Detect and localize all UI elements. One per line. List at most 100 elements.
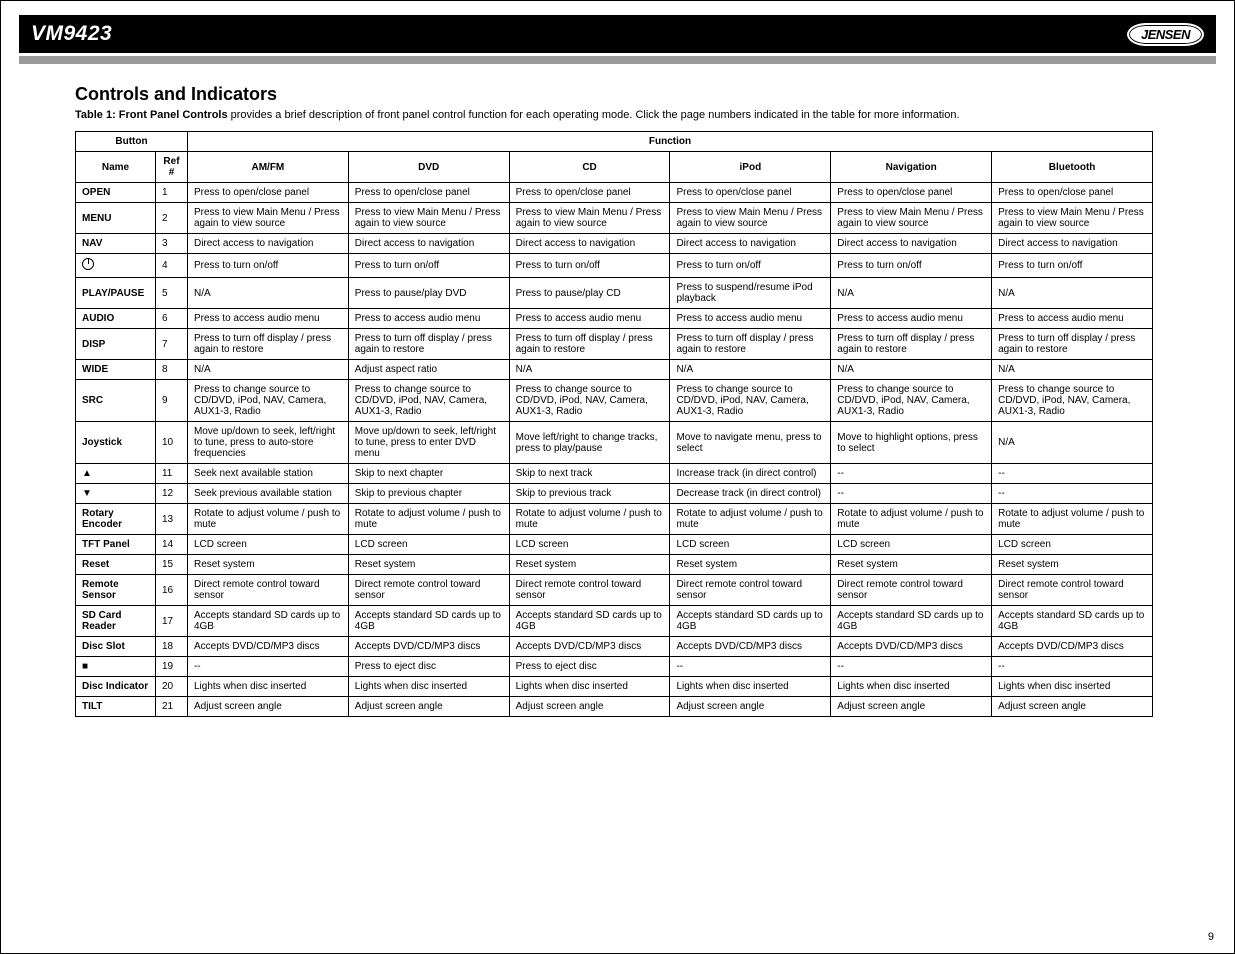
model-title: VM9423 [31, 22, 112, 46]
cell-mode-1: Press to eject disc [348, 657, 509, 677]
cell-mode-5: Press to change source to CD/DVD, iPod, … [992, 380, 1153, 422]
cell-mode-4: -- [831, 464, 992, 484]
cell-mode-4: Lights when disc inserted [831, 677, 992, 697]
table-title-bold: Table 1: Front Panel Controls [75, 109, 231, 121]
cell-button-name: NAV [76, 234, 156, 254]
cell-mode-1: Adjust aspect ratio [348, 360, 509, 380]
table-row: Reset15Reset systemReset systemReset sys… [76, 555, 1153, 575]
table-row: Joystick10Move up/down to seek, left/rig… [76, 422, 1153, 464]
cell-mode-4: Press to turn on/off [831, 254, 992, 278]
cell-mode-3: Move to navigate menu, press to select [670, 422, 831, 464]
cell-ref: 17 [155, 606, 187, 637]
cell-mode-2: Press to open/close panel [509, 183, 670, 203]
cell-mode-3: Press to view Main Menu / Press again to… [670, 203, 831, 234]
table-row: SD Card Reader17Accepts standard SD card… [76, 606, 1153, 637]
table-row: AUDIO6Press to access audio menuPress to… [76, 309, 1153, 329]
subhead-mode-5: Bluetooth [992, 152, 1153, 183]
header-divider [19, 56, 1216, 64]
cell-mode-2: Reset system [509, 555, 670, 575]
triangle-up-icon: ▲ [82, 468, 92, 479]
section-heading: Controls and Indicators [75, 84, 1234, 105]
cell-mode-2: Skip to next track [509, 464, 670, 484]
document-page: VM9423 JENSEN Controls and Indicators Ta… [0, 0, 1235, 954]
cell-ref: 11 [155, 464, 187, 484]
cell-mode-5: -- [992, 484, 1153, 504]
cell-mode-1: Press to change source to CD/DVD, iPod, … [348, 380, 509, 422]
cell-mode-3: Press to turn on/off [670, 254, 831, 278]
table-row: SRC9 Press to change source to CD/DVD, iP… [76, 380, 1153, 422]
cell-ref: 5 [155, 278, 187, 309]
cell-mode-1: Adjust screen angle [348, 697, 509, 717]
cell-mode-1: Accepts DVD/CD/MP3 discs [348, 637, 509, 657]
cell-ref: 12 [155, 484, 187, 504]
table-row: Disc Indicator20Lights when disc inserte… [76, 677, 1153, 697]
cell-mode-0: N/A [187, 278, 348, 309]
cell-mode-5: Rotate to adjust volume / push to mute [992, 504, 1153, 535]
table-row: TILT21Adjust screen angleAdjust screen a… [76, 697, 1153, 717]
cell-ref: 9 [155, 380, 187, 422]
cell-mode-4: LCD screen [831, 535, 992, 555]
cell-mode-1: Lights when disc inserted [348, 677, 509, 697]
cell-mode-0: Direct remote control toward sensor [187, 575, 348, 606]
cell-ref: 1 [155, 183, 187, 203]
cell-mode-3: Lights when disc inserted [670, 677, 831, 697]
cell-mode-0: Accepts standard SD cards up to 4GB [187, 606, 348, 637]
controls-table: Button Function Name Ref # AM/FM DVD CD … [75, 131, 1153, 717]
cell-mode-3: Adjust screen angle [670, 697, 831, 717]
cell-mode-3: Press to turn off display / press again … [670, 329, 831, 360]
cell-button-name: ▼ [76, 484, 156, 504]
cell-ref: 13 [155, 504, 187, 535]
cell-mode-4: Accepts standard SD cards up to 4GB [831, 606, 992, 637]
subhead-name: Name [76, 152, 156, 183]
cell-mode-2: Press to access audio menu [509, 309, 670, 329]
cell-button-name: SRC [76, 380, 156, 422]
cell-mode-4: Press to open/close panel [831, 183, 992, 203]
subhead-mode-2: CD [509, 152, 670, 183]
cell-mode-4: Press to turn off display / press again … [831, 329, 992, 360]
subhead-mode-1: DVD [348, 152, 509, 183]
cell-mode-2: Skip to previous track [509, 484, 670, 504]
table-row: 4Press to turn on/offPress to turn on/of… [76, 254, 1153, 278]
cell-mode-2: Press to view Main Menu / Press again to… [509, 203, 670, 234]
cell-button-name: TFT Panel [76, 535, 156, 555]
cell-mode-3: Press to suspend/resume iPod playback [670, 278, 831, 309]
cell-mode-5: -- [992, 464, 1153, 484]
table-row: Remote Sensor16Direct remote control tow… [76, 575, 1153, 606]
cell-button-name: Disc Indicator [76, 677, 156, 697]
cell-mode-2: LCD screen [509, 535, 670, 555]
cell-mode-3: Decrease track (in direct control) [670, 484, 831, 504]
cell-ref: 8 [155, 360, 187, 380]
cell-mode-5: Press to access audio menu [992, 309, 1153, 329]
cell-mode-4: Accepts DVD/CD/MP3 discs [831, 637, 992, 657]
cell-button-name: OPEN [76, 183, 156, 203]
table-row: MENU2Press to view Main Menu / Press aga… [76, 203, 1153, 234]
cell-mode-0: LCD screen [187, 535, 348, 555]
cell-button-name: WIDE [76, 360, 156, 380]
table-row: TFT Panel14LCD screenLCD screenLCD scree… [76, 535, 1153, 555]
cell-mode-4: Press to access audio menu [831, 309, 992, 329]
cell-mode-4: Rotate to adjust volume / push to mute [831, 504, 992, 535]
cell-mode-3: Rotate to adjust volume / push to mute [670, 504, 831, 535]
cell-button-name: Reset [76, 555, 156, 575]
section-subtitle: Table 1: Front Panel Controls provides a… [75, 109, 1234, 121]
table-row: ▼12Seek previous available stationSkip t… [76, 484, 1153, 504]
cell-ref: 21 [155, 697, 187, 717]
cell-mode-2: Accepts standard SD cards up to 4GB [509, 606, 670, 637]
cell-button-name: SD Card Reader [76, 606, 156, 637]
cell-mode-5: N/A [992, 422, 1153, 464]
cell-mode-3: Press to open/close panel [670, 183, 831, 203]
cell-mode-3: Reset system [670, 555, 831, 575]
cell-mode-3: Press to access audio menu [670, 309, 831, 329]
subhead-mode-4: Navigation [831, 152, 992, 183]
cell-ref: 10 [155, 422, 187, 464]
cell-mode-1: Press to open/close panel [348, 183, 509, 203]
cell-mode-3: LCD screen [670, 535, 831, 555]
cell-mode-0: Reset system [187, 555, 348, 575]
cell-button-name: PLAY/PAUSE [76, 278, 156, 309]
cell-mode-4: N/A [831, 278, 992, 309]
subhead-ref: Ref # [155, 152, 187, 183]
cell-ref: 6 [155, 309, 187, 329]
cell-mode-4: -- [831, 657, 992, 677]
cell-mode-0: Accepts DVD/CD/MP3 discs [187, 637, 348, 657]
cell-mode-2: Press to pause/play CD [509, 278, 670, 309]
